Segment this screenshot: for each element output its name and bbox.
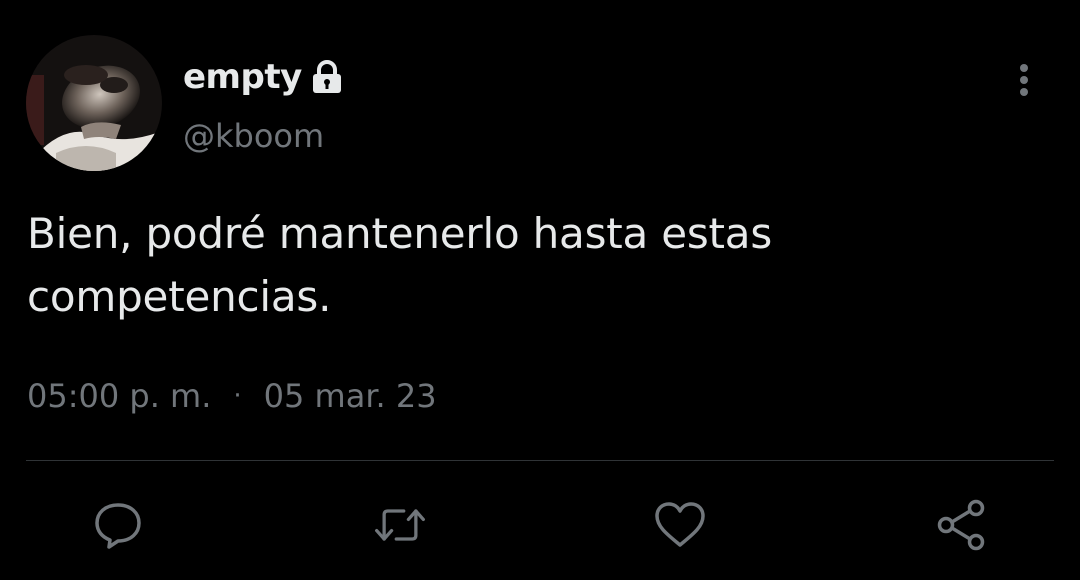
- retweet-icon: [375, 509, 425, 541]
- heart-icon: [655, 502, 705, 547]
- tweet-text: Bien, podré mantenerlo hasta estas compe…: [27, 202, 1047, 328]
- retweet-button[interactable]: [372, 500, 428, 550]
- meta-separator: ·: [233, 381, 242, 411]
- user-handle[interactable]: @kboom: [183, 114, 324, 158]
- tweet-date[interactable]: 05 mar. 23: [264, 372, 437, 420]
- tweet-text-line-2: competencias.: [27, 272, 332, 321]
- comment-icon: [95, 503, 141, 549]
- avatar[interactable]: [26, 35, 162, 171]
- avatar-image: [26, 35, 162, 171]
- display-name-text[interactable]: empty: [183, 55, 302, 99]
- display-name[interactable]: empty: [183, 55, 345, 99]
- tweet-time[interactable]: 05:00 p. m.: [27, 372, 211, 420]
- more-vertical-icon[interactable]: [1008, 60, 1040, 100]
- share-button[interactable]: [934, 499, 990, 551]
- reply-button[interactable]: [90, 500, 146, 550]
- tweet-meta: 05:00 p. m. · 05 mar. 23: [27, 372, 437, 420]
- tweet-text-line-1: Bien, podré mantenerlo hasta estas: [27, 209, 773, 258]
- divider: [26, 460, 1054, 461]
- like-button[interactable]: [652, 500, 708, 550]
- share-icon: [937, 499, 985, 551]
- lock-icon: [309, 59, 345, 95]
